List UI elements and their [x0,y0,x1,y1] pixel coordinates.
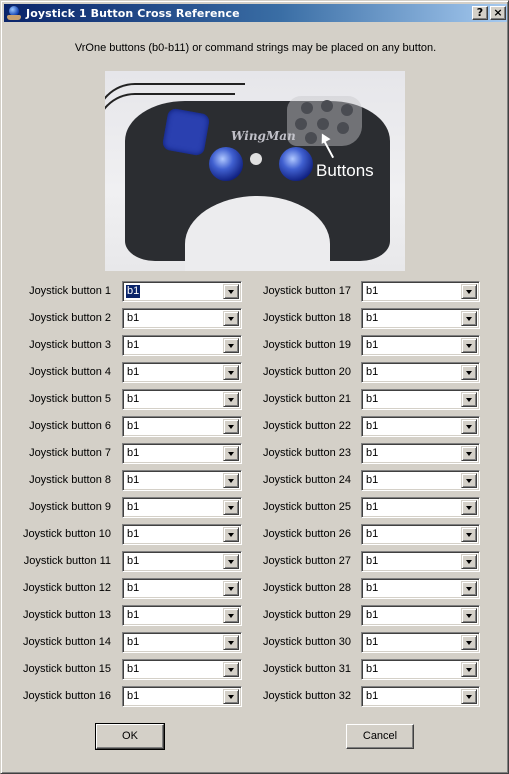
button-mapping-row: Joystick button 20 b1 [1,362,509,383]
button-mapping-row: Joystick button 27 b1 [1,551,509,572]
button-mapping-row: Joystick button 29 b1 [1,605,509,626]
button-mapping-row: Joystick button 21 b1 [1,389,509,410]
dropdown-arrow-icon[interactable] [461,473,477,488]
combobox-value[interactable]: b1 [365,420,379,433]
button-label: Joystick button 20 [262,366,351,378]
button-mapping-combobox[interactable]: b1 [361,659,480,680]
button-label: Joystick button 23 [262,447,351,459]
combobox-value[interactable]: b1 [365,474,379,487]
dropdown-arrow-icon[interactable] [461,554,477,569]
dropdown-arrow-icon[interactable] [461,635,477,650]
button-label: Joystick button 21 [262,393,351,405]
app-globe-icon [6,5,22,21]
dropdown-arrow-icon[interactable] [461,527,477,542]
button-label: Joystick button 18 [262,312,351,324]
gamepad-photo: WingMan Buttons [105,71,405,271]
combobox-value[interactable]: b1 [365,609,379,622]
button-mapping-combobox[interactable]: b1 [361,389,480,410]
button-mapping-row: Joystick button 30 b1 [1,632,509,653]
right-thumbstick [279,147,313,181]
left-thumbstick [209,147,243,181]
combobox-value[interactable]: b1 [365,447,379,460]
button-label: Joystick button 19 [262,339,351,351]
button-label: Joystick button 31 [262,663,351,675]
dropdown-arrow-icon[interactable] [461,338,477,353]
button-label: Joystick button 32 [262,690,351,702]
button-label: Joystick button 26 [262,528,351,540]
button-mapping-row: Joystick button 18 b1 [1,308,509,329]
dropdown-arrow-icon[interactable] [461,689,477,704]
button-label: Joystick button 22 [262,420,351,432]
button-mapping-row: Joystick button 17 b1 [1,281,509,302]
combobox-value[interactable]: b1 [365,285,379,298]
combobox-value[interactable]: b1 [365,339,379,352]
window-title: Joystick 1 Button Cross Reference [26,6,240,20]
dropdown-arrow-icon[interactable] [461,608,477,623]
button-label: Joystick button 27 [262,555,351,567]
button-label: Joystick button 29 [262,609,351,621]
combobox-value[interactable]: b1 [365,528,379,541]
combobox-value[interactable]: b1 [365,555,379,568]
combobox-value[interactable]: b1 [365,582,379,595]
title-bar[interactable]: Joystick 1 Button Cross Reference ? × [4,4,507,22]
combobox-value[interactable]: b1 [365,690,379,703]
button-mapping-combobox[interactable]: b1 [361,416,480,437]
button-label: Joystick button 17 [262,285,351,297]
button-label: Joystick button 25 [262,501,351,513]
button-mapping-row: Joystick button 23 b1 [1,443,509,464]
dropdown-arrow-icon[interactable] [461,365,477,380]
combobox-value[interactable]: b1 [365,312,379,325]
dropdown-arrow-icon[interactable] [461,662,477,677]
button-label: Joystick button 28 [262,582,351,594]
button-mapping-row: Joystick button 26 b1 [1,524,509,545]
buttons-annotation: Buttons [316,161,374,180]
dropdown-arrow-icon[interactable] [461,284,477,299]
instructions-text: VrOne buttons (b0-b11) or command string… [74,42,437,54]
button-mapping-combobox[interactable]: b1 [361,308,480,329]
button-mapping-combobox[interactable]: b1 [361,686,480,707]
button-mapping-combobox[interactable]: b1 [361,362,480,383]
combobox-value[interactable]: b1 [365,663,379,676]
combobox-value[interactable]: b1 [365,636,379,649]
combobox-value[interactable]: b1 [365,393,379,406]
button-mapping-combobox[interactable]: b1 [361,281,480,302]
dropdown-arrow-icon[interactable] [461,500,477,515]
button-mapping-combobox[interactable]: b1 [361,524,480,545]
button-mapping-combobox[interactable]: b1 [361,470,480,491]
button-mapping-row: Joystick button 32 b1 [1,686,509,707]
combobox-value[interactable]: b1 [365,501,379,514]
button-mapping-row: Joystick button 28 b1 [1,578,509,599]
dialog-window: Joystick 1 Button Cross Reference ? × Vr… [0,0,509,774]
button-mapping-combobox[interactable]: b1 [361,632,480,653]
ok-button[interactable]: OK [95,723,165,750]
dropdown-arrow-icon[interactable] [461,581,477,596]
button-mapping-row: Joystick button 25 b1 [1,497,509,518]
button-mapping-row: Joystick button 24 b1 [1,470,509,491]
button-mapping-combobox[interactable]: b1 [361,497,480,518]
button-mapping-combobox[interactable]: b1 [361,578,480,599]
dpad-icon [161,107,211,157]
button-mapping-combobox[interactable]: b1 [361,443,480,464]
logitech-logo-icon [250,153,262,165]
help-button[interactable]: ? [472,6,488,20]
dropdown-arrow-icon[interactable] [461,419,477,434]
button-mapping-combobox[interactable]: b1 [361,551,480,572]
cancel-button[interactable]: Cancel [346,724,414,749]
close-button[interactable]: × [490,6,506,20]
button-label: Joystick button 30 [262,636,351,648]
button-mapping-row: Joystick button 31 b1 [1,659,509,680]
button-mapping-row: Joystick button 22 b1 [1,416,509,437]
button-mapping-row: Joystick button 19 b1 [1,335,509,356]
dropdown-arrow-icon[interactable] [461,311,477,326]
combobox-value[interactable]: b1 [365,366,379,379]
button-mapping-combobox[interactable]: b1 [361,335,480,356]
button-label: Joystick button 24 [262,474,351,486]
dropdown-arrow-icon[interactable] [461,392,477,407]
button-mapping-combobox[interactable]: b1 [361,605,480,626]
dropdown-arrow-icon[interactable] [461,446,477,461]
